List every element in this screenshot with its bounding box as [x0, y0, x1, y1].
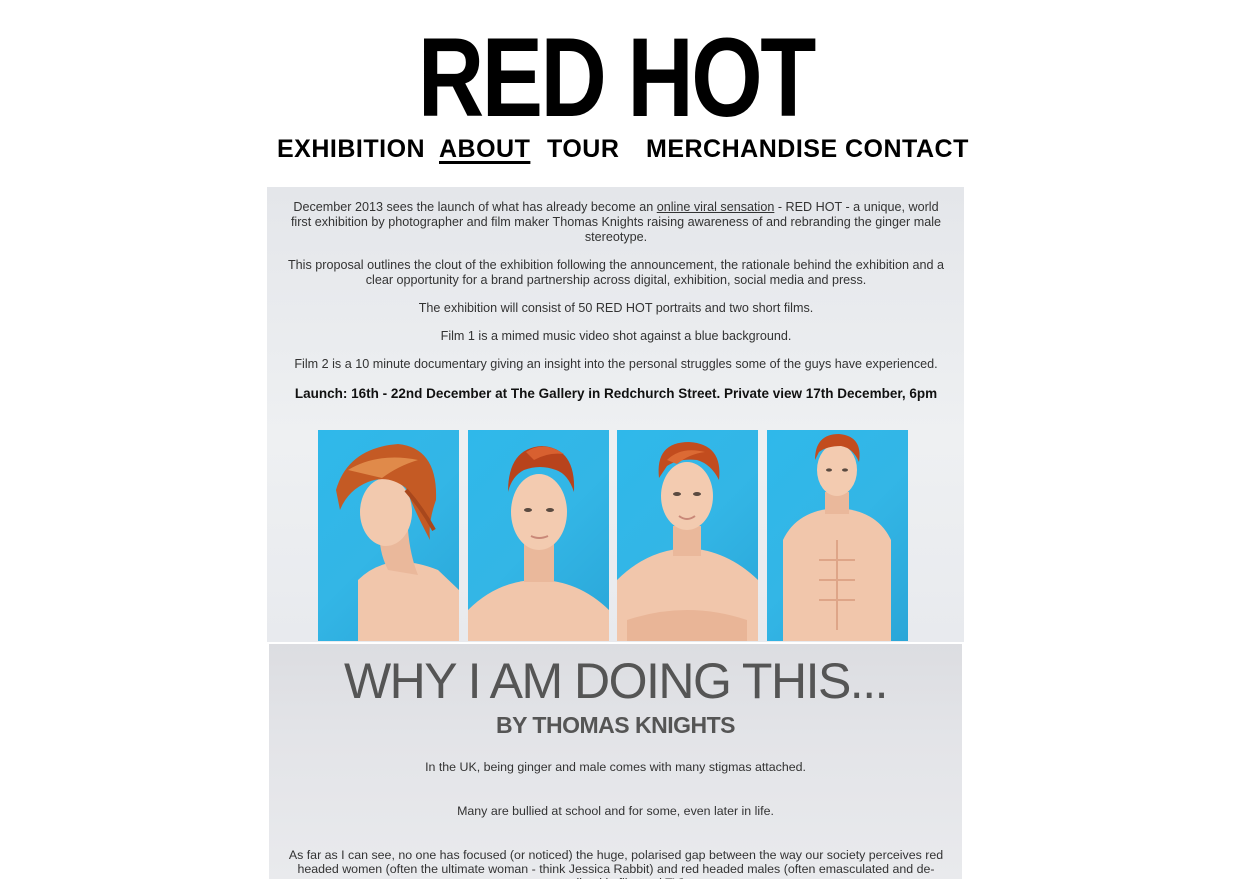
why-subtitle: BY THOMAS KNIGHTS: [496, 712, 735, 738]
viral-sensation-link[interactable]: online viral sensation: [657, 200, 775, 214]
why-title: WHY I AM DOING THIS...: [343, 653, 889, 709]
nav-exhibition[interactable]: EXHIBITION: [277, 135, 425, 164]
site-logo[interactable]: RED HOT: [110, 22, 1121, 134]
intro-paragraph-4: Film 1 is a mimed music video shot again…: [440, 329, 792, 343]
why-paragraph-1: In the UK, being ginger and male comes w…: [425, 760, 806, 774]
nav-merchandise[interactable]: MERCHANDISE: [646, 135, 838, 164]
intro-paragraph-2: This proposal outlines the clout of the …: [287, 258, 945, 287]
nav-contact[interactable]: CONTACT: [845, 135, 969, 164]
intro-paragraph-1: December 2013 sees the launch of what ha…: [283, 200, 949, 245]
portrait-photo-2[interactable]: [468, 430, 609, 641]
intro-paragraph-3: The exhibition will consist of 50 RED HO…: [418, 301, 814, 315]
why-paragraph-3: As far as I can see, no one has focused …: [288, 848, 944, 879]
why-paragraph-2: Many are bullied at school and for some,…: [457, 804, 774, 818]
nav-about[interactable]: ABOUT: [439, 135, 530, 164]
portrait-photo-3[interactable]: [617, 430, 758, 641]
portrait-photo-4[interactable]: [767, 430, 908, 641]
nav-tour[interactable]: TOUR: [547, 135, 619, 164]
main-nav: EXHIBITION ABOUT TOUR MERCHANDISE CONTAC…: [0, 135, 1233, 167]
portrait-photo-1[interactable]: [318, 430, 459, 641]
launch-details: Launch: 16th - 22nd December at The Gall…: [294, 386, 938, 401]
intro-text: December 2013 sees the launch of what ha…: [283, 200, 949, 401]
intro-p1-start: December 2013 sees the launch of what ha…: [293, 200, 657, 214]
page: RED HOT EXHIBITION ABOUT TOUR MERCHANDIS…: [0, 0, 1233, 879]
intro-paragraph-5: Film 2 is a 10 minute documentary giving…: [294, 357, 938, 371]
